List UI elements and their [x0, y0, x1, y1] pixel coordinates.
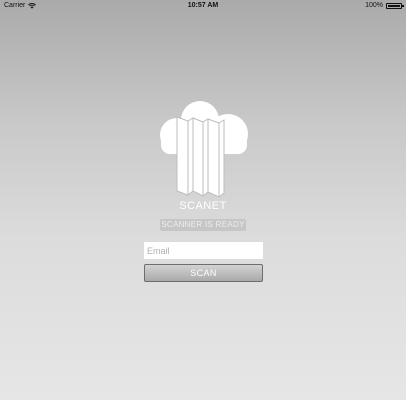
status-bar: Carrier 10:57 AM 100% — [0, 0, 406, 12]
status-right: 100% — [365, 2, 404, 9]
battery-icon — [386, 2, 404, 9]
battery-percent: 100% — [365, 2, 383, 9]
app-title: SCANET — [179, 200, 227, 212]
email-field[interactable] — [144, 242, 263, 259]
cloud-documents-logo — [157, 101, 249, 197]
scan-button[interactable]: SCAN — [144, 264, 263, 282]
status-badge: SCANNER IS READY — [160, 219, 246, 231]
status-time: 10:57 AM — [187, 2, 219, 9]
